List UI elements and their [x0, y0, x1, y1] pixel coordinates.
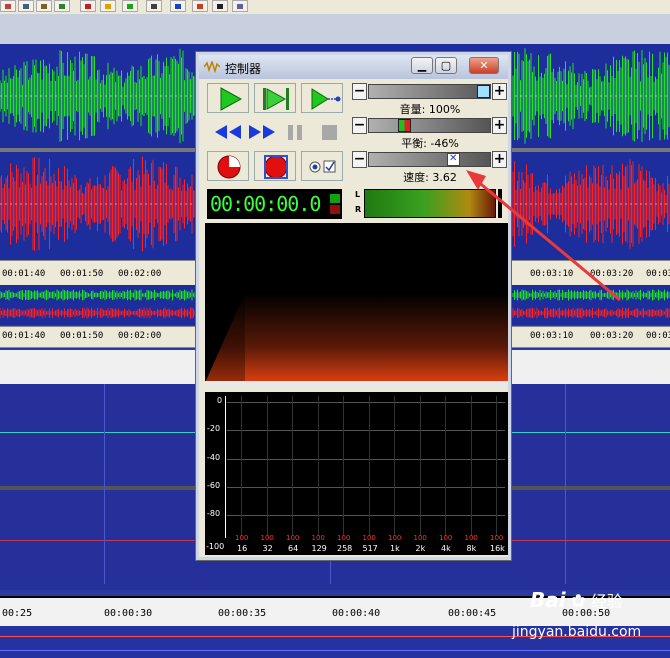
annotation-arrow	[466, 170, 621, 302]
watermark-brand: Bai	[530, 588, 566, 612]
watermark-brand-2: 经验	[590, 592, 623, 611]
paw-icon: ✿	[570, 591, 586, 612]
watermark-url: jingyan.baidu.com	[512, 624, 642, 640]
baidu-watermark: Bai ✿ 经验	[530, 588, 623, 612]
